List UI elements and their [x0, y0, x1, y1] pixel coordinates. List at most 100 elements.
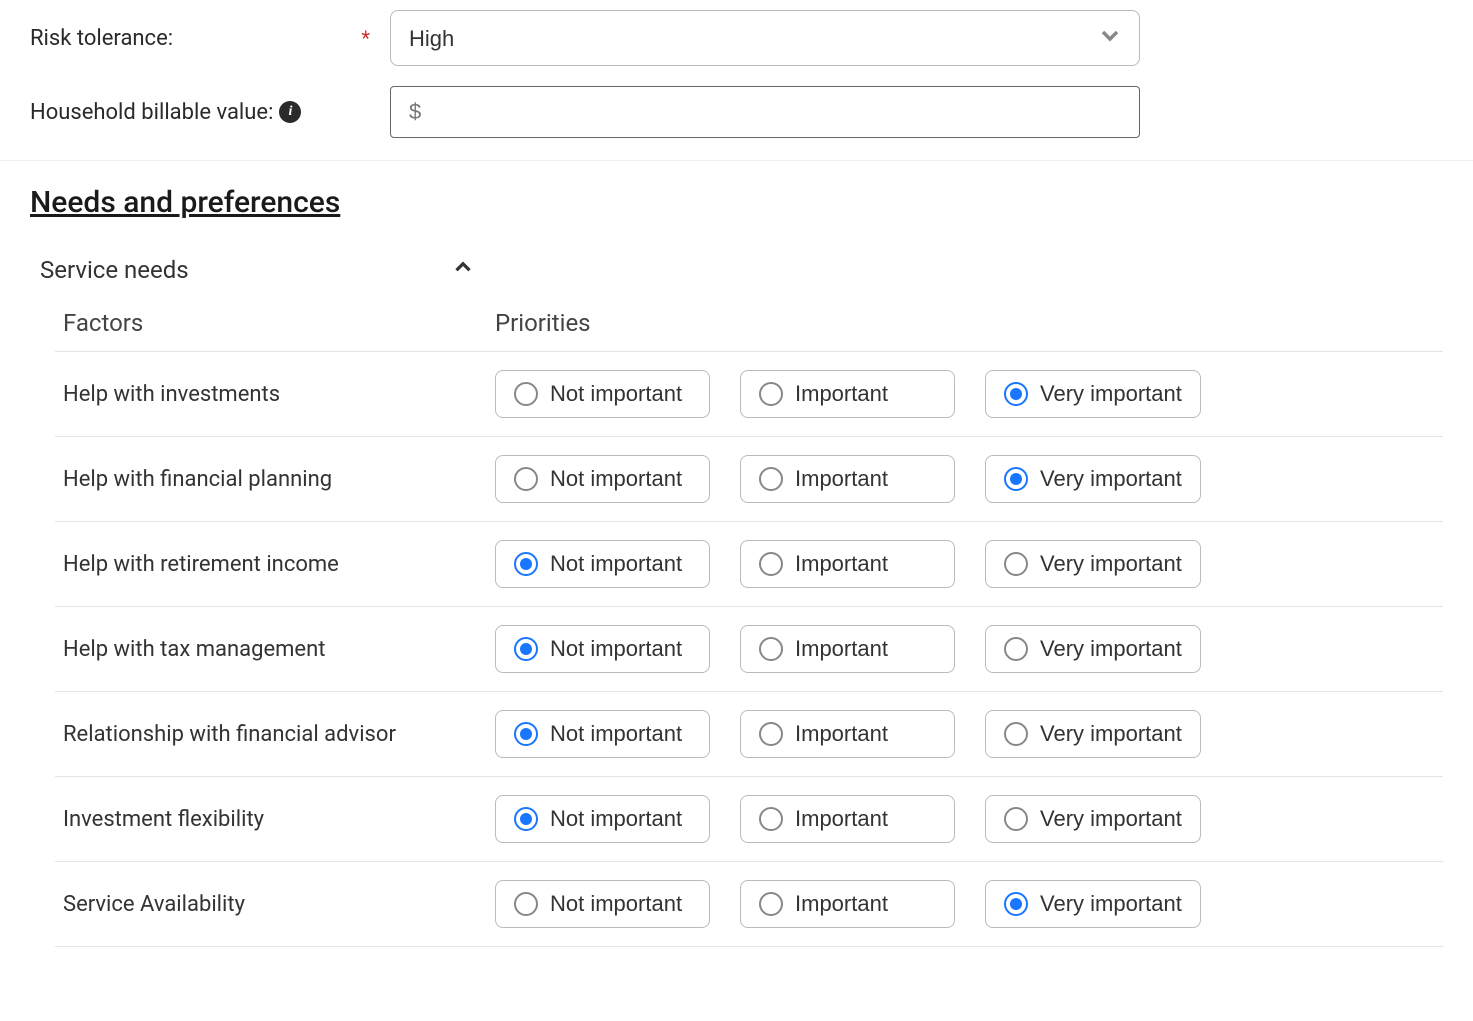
- priority-button-very_important[interactable]: Very important: [985, 540, 1201, 588]
- priority-button-label: Not important: [550, 381, 682, 407]
- priority-button-important[interactable]: Important: [740, 540, 955, 588]
- priority-button-label: Important: [795, 551, 888, 577]
- radio-icon: [514, 722, 538, 746]
- priority-button-label: Very important: [1040, 891, 1182, 917]
- info-icon[interactable]: i: [279, 101, 301, 123]
- priority-button-very_important[interactable]: Very important: [985, 455, 1201, 503]
- priority-button-label: Not important: [550, 466, 682, 492]
- priority-button-group: Not important Important Very important: [495, 540, 1443, 588]
- radio-icon: [1004, 637, 1028, 661]
- priority-button-label: Very important: [1040, 806, 1182, 832]
- radio-icon: [514, 467, 538, 491]
- radio-icon: [1004, 382, 1028, 406]
- priority-button-very_important[interactable]: Very important: [985, 625, 1201, 673]
- risk-tolerance-row: Risk tolerance: * High: [0, 0, 1473, 76]
- priority-button-label: Very important: [1040, 636, 1182, 662]
- priority-button-label: Important: [795, 466, 888, 492]
- radio-dot-icon: [1010, 898, 1022, 910]
- table-row: Help with financial planningNot importan…: [55, 437, 1443, 522]
- priority-button-label: Important: [795, 806, 888, 832]
- priority-button-not_important[interactable]: Not important: [495, 625, 710, 673]
- risk-tolerance-label: Risk tolerance: *: [30, 26, 380, 51]
- priorities-header: Priorities: [495, 309, 1443, 337]
- priority-button-label: Very important: [1040, 381, 1182, 407]
- radio-icon: [1004, 552, 1028, 576]
- radio-icon: [759, 637, 783, 661]
- risk-tolerance-select-wrapper: High: [390, 10, 1140, 66]
- risk-tolerance-label-text: Risk tolerance:: [30, 26, 173, 51]
- household-billable-label: Household billable value: i: [30, 100, 380, 125]
- radio-dot-icon: [520, 728, 532, 740]
- required-asterisk: *: [361, 26, 370, 50]
- factor-label: Help with tax management: [55, 637, 495, 662]
- radio-icon: [759, 382, 783, 406]
- priority-button-group: Not important Important Very important: [495, 795, 1443, 843]
- priority-button-very_important[interactable]: Very important: [985, 370, 1201, 418]
- table-row: Help with tax management Not important Imp…: [55, 607, 1443, 692]
- factor-label: Help with financial planning: [55, 467, 495, 492]
- priority-button-very_important[interactable]: Very important: [985, 880, 1201, 928]
- priority-button-label: Important: [795, 636, 888, 662]
- priority-button-not_important[interactable]: Not important: [495, 795, 710, 843]
- factors-header: Factors: [55, 309, 495, 337]
- priority-button-not_important[interactable]: Not important: [495, 880, 710, 928]
- radio-icon: [1004, 892, 1028, 916]
- subsection-title: Service needs: [40, 256, 450, 284]
- priority-button-label: Not important: [550, 891, 682, 917]
- radio-icon: [1004, 722, 1028, 746]
- priority-button-label: Very important: [1040, 466, 1182, 492]
- service-needs-header[interactable]: Service needs: [0, 240, 1473, 299]
- table-row: Help with retirement incomeNot important…: [55, 522, 1443, 607]
- priority-button-very_important[interactable]: Very important: [985, 710, 1201, 758]
- priority-button-label: Very important: [1040, 721, 1182, 747]
- risk-tolerance-select[interactable]: High: [390, 10, 1140, 66]
- radio-dot-icon: [520, 558, 532, 570]
- priority-button-group: Not important Important Very important: [495, 710, 1443, 758]
- priority-button-label: Important: [795, 721, 888, 747]
- factor-label: Help with investments: [55, 382, 495, 407]
- table-row: Service AvailabilityNot importantImporta…: [55, 862, 1443, 947]
- priority-button-label: Not important: [550, 636, 682, 662]
- radio-icon: [1004, 467, 1028, 491]
- priority-button-not_important[interactable]: Not important: [495, 455, 710, 503]
- priority-button-group: Not important Important Very important: [495, 370, 1443, 418]
- priority-button-group: Not important Important Very important: [495, 625, 1443, 673]
- radio-icon: [514, 382, 538, 406]
- priority-button-very_important[interactable]: Very important: [985, 795, 1201, 843]
- radio-icon: [759, 552, 783, 576]
- radio-icon: [759, 722, 783, 746]
- priority-button-important[interactable]: Important: [740, 455, 955, 503]
- radio-icon: [759, 807, 783, 831]
- factor-label: Help with retirement income: [55, 552, 495, 577]
- priority-button-not_important[interactable]: Not important: [495, 710, 710, 758]
- priority-button-not_important[interactable]: Not important: [495, 370, 710, 418]
- priority-button-label: Important: [795, 891, 888, 917]
- table-row: Investment flexibilityNot important Impor…: [55, 777, 1443, 862]
- chevron-up-icon: [450, 254, 476, 285]
- priority-button-important[interactable]: Important: [740, 625, 955, 673]
- priority-button-important[interactable]: Important: [740, 880, 955, 928]
- household-billable-label-text: Household billable value:: [30, 100, 273, 125]
- priority-button-label: Important: [795, 381, 888, 407]
- priority-button-important[interactable]: Important: [740, 370, 955, 418]
- priorities-table: Factors Priorities Help with investments…: [0, 299, 1473, 947]
- radio-icon: [514, 637, 538, 661]
- priority-button-label: Not important: [550, 551, 682, 577]
- radio-icon: [1004, 807, 1028, 831]
- radio-icon: [514, 552, 538, 576]
- priority-button-important[interactable]: Important: [740, 795, 955, 843]
- household-billable-input[interactable]: [390, 86, 1140, 138]
- needs-preferences-section: Needs and preferences Service needs Fact…: [0, 160, 1473, 947]
- radio-dot-icon: [1010, 388, 1022, 400]
- table-row: Relationship with financial advisorNot i…: [55, 692, 1443, 777]
- radio-dot-icon: [1010, 473, 1022, 485]
- factor-label: Investment flexibility: [55, 807, 495, 832]
- radio-icon: [759, 467, 783, 491]
- section-title: Needs and preferences: [0, 185, 1473, 240]
- priority-button-important[interactable]: Important: [740, 710, 955, 758]
- priority-button-group: Not important Important Very important: [495, 455, 1443, 503]
- table-body: Help with investments Not important Import…: [55, 352, 1443, 947]
- priority-button-not_important[interactable]: Not important: [495, 540, 710, 588]
- priority-button-label: Very important: [1040, 551, 1182, 577]
- radio-dot-icon: [520, 813, 532, 825]
